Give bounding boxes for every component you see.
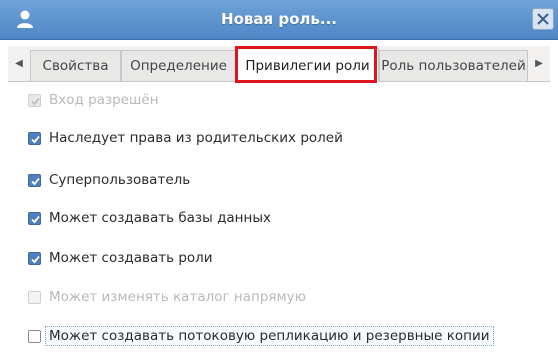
superuser-label: Суперпользователь <box>49 172 191 188</box>
update-catalog-label: Может изменять каталог напрямую <box>49 289 307 305</box>
tab-label: Привилегии роли <box>245 57 370 74</box>
privilege-superuser[interactable]: Суперпользователь <box>28 169 190 191</box>
inherit-checkbox[interactable] <box>28 131 41 145</box>
tab-scroll-left-icon[interactable]: ◀ <box>8 46 30 81</box>
can-login-label: Вход разрешён <box>49 92 159 108</box>
can-login-checkbox <box>28 93 41 107</box>
replication-checkbox[interactable] <box>28 329 41 343</box>
inherit-label: Наследует права из родительских ролей <box>49 130 343 146</box>
window-titlebar: Новая роль... <box>0 0 558 40</box>
create-db-label: Может создавать базы данных <box>49 210 271 226</box>
tab-role-privileges[interactable]: Привилегии роли <box>236 48 379 82</box>
privilege-replication[interactable]: Может создавать потоковую репликацию и р… <box>28 325 494 347</box>
privilege-create-role[interactable]: Может создавать роли <box>28 247 213 269</box>
update-catalog-checkbox <box>28 290 41 304</box>
superuser-checkbox[interactable] <box>28 173 41 187</box>
privilege-inherit[interactable]: Наследует права из родительских ролей <box>28 127 343 149</box>
tab-role-membership[interactable]: Роль пользователей <box>379 50 528 81</box>
close-icon <box>537 13 549 25</box>
create-role-label: Может создавать роли <box>49 250 213 266</box>
tab-scroll-right-icon[interactable]: ▶ <box>528 46 550 81</box>
create-role-checkbox[interactable] <box>28 251 41 265</box>
create-db-checkbox[interactable] <box>28 211 41 225</box>
replication-label: Может создавать потоковую репликацию и р… <box>45 326 494 346</box>
tab-label: Роль пользователей <box>381 58 526 74</box>
privilege-can-login: Вход разрешён <box>28 89 159 111</box>
tab-label: Определение <box>130 58 227 74</box>
tab-definition[interactable]: Определение <box>121 50 236 81</box>
privileges-panel: Вход разрешён Наследует права из родител… <box>8 83 550 358</box>
privilege-create-db[interactable]: Может создавать базы данных <box>28 207 271 229</box>
privilege-update-catalog: Может изменять каталог напрямую <box>28 286 306 308</box>
tab-label: Свойства <box>42 58 109 74</box>
tab-properties[interactable]: Свойства <box>30 50 121 81</box>
close-button[interactable] <box>532 8 554 30</box>
window-title: Новая роль... <box>221 10 337 28</box>
tab-bar: ◀ Свойства Определение Привилегии роли Р… <box>8 46 550 82</box>
